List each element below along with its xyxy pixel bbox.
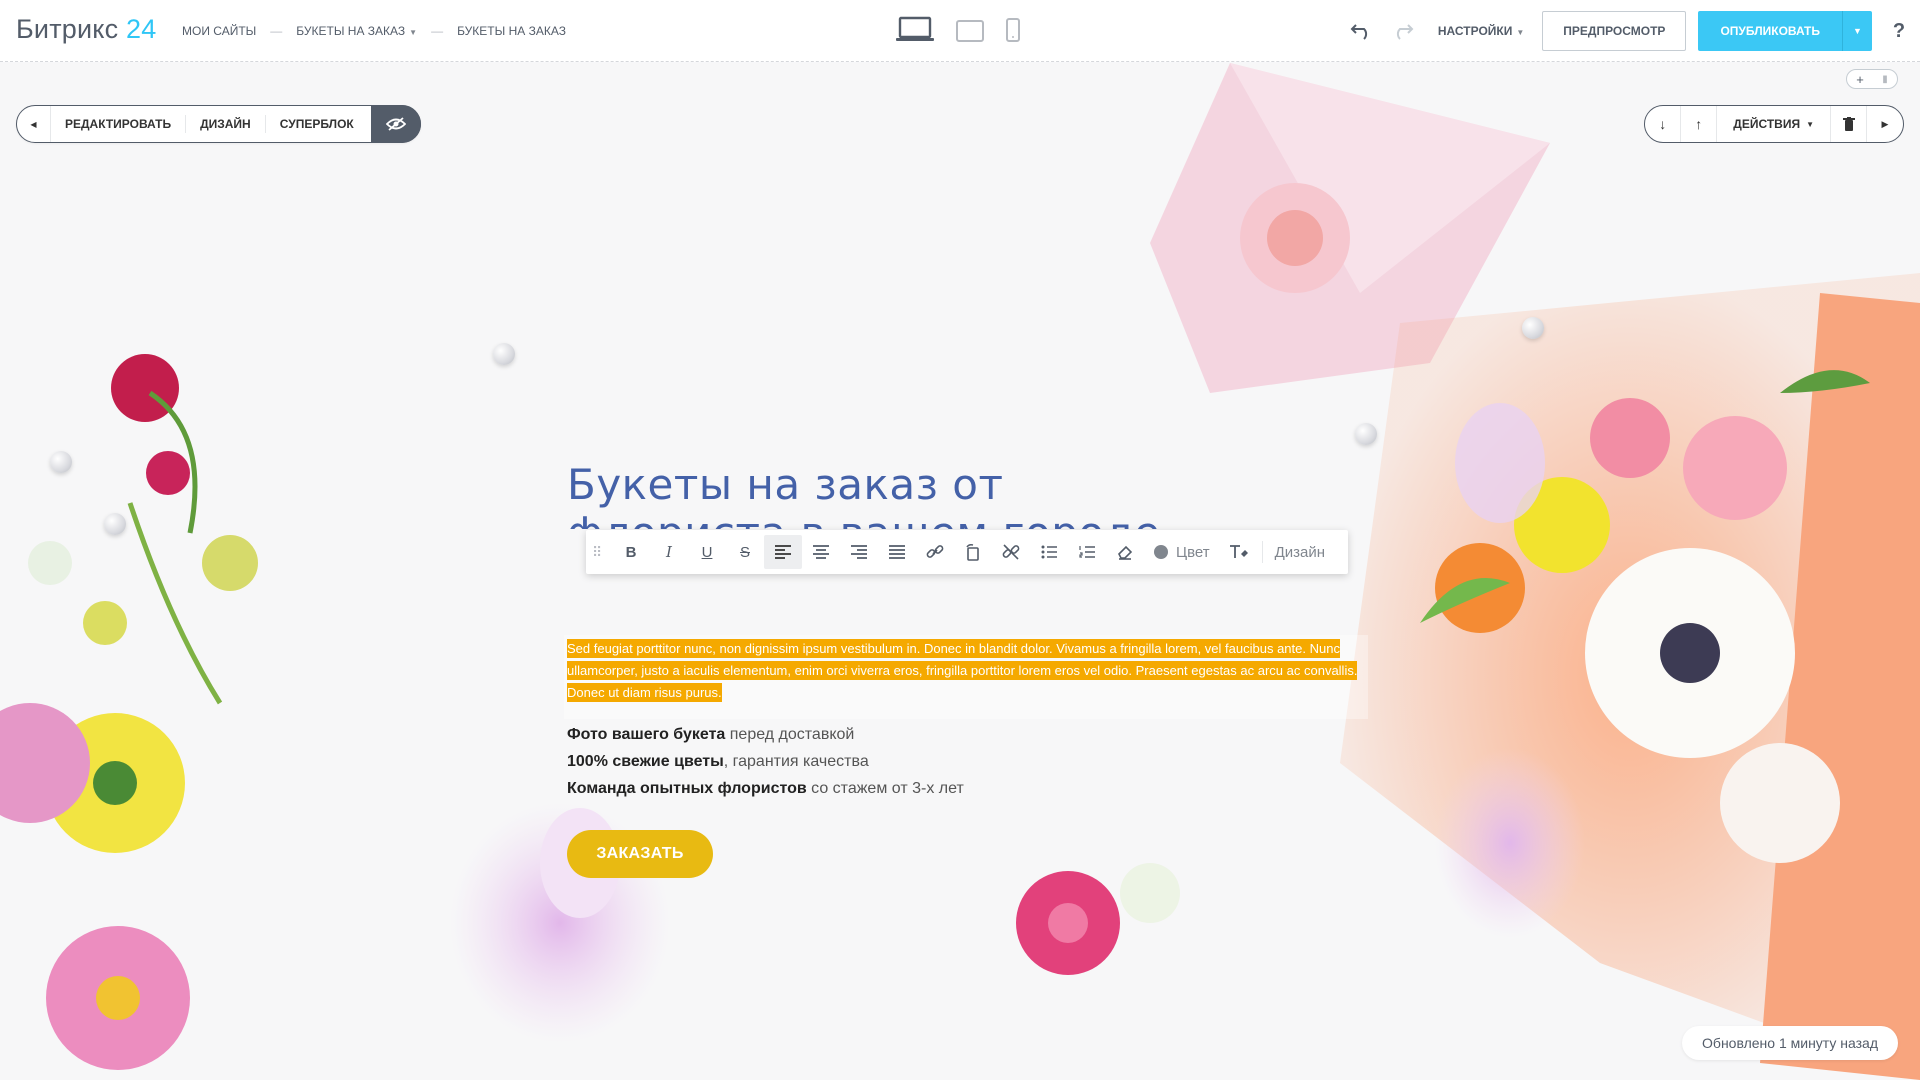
unlink-icon (1002, 544, 1020, 560)
breadcrumb: Мои сайты — Букеты на заказ ▼ — Букеты на… (182, 0, 566, 62)
publish-button[interactable]: Опубликовать (1698, 11, 1842, 51)
feature-item: Фото вашего букета перед доставкой (567, 726, 855, 743)
preview-button[interactable]: Предпросмотр (1542, 11, 1687, 51)
italic-button[interactable]: I (650, 535, 688, 569)
clear-format-button[interactable] (1106, 535, 1144, 569)
device-switcher (896, 16, 1020, 42)
link-icon (926, 545, 944, 558)
delete-block-button[interactable] (1831, 106, 1867, 142)
align-justify-button[interactable] (878, 535, 916, 569)
pearl-decoration (50, 451, 72, 473)
desktop-icon[interactable] (896, 16, 934, 42)
align-center-icon (813, 545, 829, 559)
block-design-button[interactable]: Дизайн (186, 115, 266, 133)
block-superblock-button[interactable]: Суперблок (266, 115, 368, 133)
order-button[interactable]: ЗАКАЗАТЬ (567, 830, 713, 878)
chevron-down-icon: ▼ (1516, 28, 1525, 37)
strikethrough-button[interactable]: S (726, 535, 764, 569)
bullet-list-button[interactable] (1030, 535, 1068, 569)
numbered-list-button[interactable] (1068, 535, 1106, 569)
redo-button[interactable] (1382, 11, 1422, 51)
align-right-icon (851, 545, 867, 559)
align-right-button[interactable] (840, 535, 878, 569)
block-actions-toolbar: ↓ ↑ Действия ▼ ▶ (1644, 105, 1904, 143)
hero-title[interactable]: Букеты на заказ от флориста в вашем горо… (567, 461, 1187, 530)
pearl-decoration (1355, 423, 1377, 445)
top-bar: Битрикс 24 Мои сайты — Букеты на заказ ▼ … (0, 0, 1920, 62)
chevron-right-icon: ▶ (1881, 118, 1889, 129)
publish-dropdown-button[interactable]: ▼ (1842, 11, 1872, 51)
chevron-down-icon: ▼ (1853, 26, 1862, 36)
drag-handle-icon[interactable]: ⠿ (592, 544, 612, 561)
chevron-down-icon: ▼ (409, 28, 418, 37)
block-prev-button[interactable]: ◀ (17, 106, 51, 142)
breadcrumb-separator: — (270, 24, 283, 38)
arrow-down-icon: ↓ (1659, 116, 1667, 132)
help-button[interactable]: ? (1884, 20, 1914, 43)
features-list[interactable]: Фото вашего букета перед доставкой 100% … (567, 721, 964, 802)
italic-icon: I (666, 543, 672, 561)
landing-canvas: + ▮ ◀ Редактировать Дизайн Суперблок ↓ ↑… (0, 63, 1920, 1080)
last-updated-status: Обновлено 1 минуту назад (1682, 1026, 1898, 1060)
bitrix24-logo[interactable]: Битрикс 24 (16, 14, 156, 45)
header-actions: Настройки ▼ Предпросмотр Опубликовать ▼ ? (1342, 0, 1920, 62)
chevron-left-icon: ◀ (30, 119, 37, 129)
align-left-icon (775, 545, 791, 559)
breadcrumb-my-sites[interactable]: Мои сайты (182, 24, 256, 38)
numbered-list-icon (1079, 546, 1095, 558)
align-justify-icon (889, 545, 905, 559)
text-format-toolbar: ⠿ B I U S Цвет Дизайн (586, 530, 1348, 574)
eraser-icon (1118, 545, 1133, 560)
redo-icon (1396, 24, 1414, 40)
feature-item: Команда опытных флористов со стажем от 3… (567, 780, 964, 797)
add-icon[interactable]: + (1856, 72, 1864, 87)
block-edit-button[interactable]: Редактировать (51, 115, 187, 133)
bold-icon: B (625, 543, 637, 561)
mobile-icon[interactable] (1006, 18, 1020, 42)
rotate-button[interactable] (954, 535, 992, 569)
hero-description[interactable]: Sed feugiat porttitor nunc, non dignissi… (567, 638, 1367, 704)
block-next-button[interactable]: ▶ (1867, 106, 1903, 142)
publish-button-group: Опубликовать ▼ (1698, 11, 1872, 51)
strikethrough-icon: S (739, 543, 750, 561)
trash-icon (1842, 117, 1855, 131)
color-swatch-icon (1154, 545, 1168, 559)
pearl-decoration (493, 343, 515, 365)
bold-button[interactable]: B (612, 535, 650, 569)
feature-item: 100% свежие цветы, гарантия качества (567, 753, 869, 770)
settings-menu[interactable]: Настройки ▼ (1438, 24, 1524, 38)
text-style-button[interactable] (1220, 535, 1258, 569)
eye-hidden-icon (385, 117, 406, 131)
underline-button[interactable]: U (688, 535, 726, 569)
block-actions-menu[interactable]: Действия ▼ (1717, 106, 1831, 142)
align-left-button[interactable] (764, 535, 802, 569)
hide-block-button[interactable] (370, 105, 421, 143)
text-design-button[interactable]: Дизайн (1261, 541, 1325, 563)
link-button[interactable] (916, 535, 954, 569)
undo-icon (1350, 24, 1367, 40)
pearl-decoration (104, 513, 126, 535)
pearl-decoration (1522, 317, 1544, 339)
underline-icon: U (701, 543, 713, 561)
align-center-button[interactable] (802, 535, 840, 569)
move-down-button[interactable]: ↓ (1645, 106, 1682, 142)
breadcrumb-separator: — (431, 24, 444, 38)
undo-button[interactable] (1342, 11, 1382, 51)
text-color-button[interactable]: Цвет (1144, 544, 1220, 561)
arrow-up-icon: ↑ (1695, 116, 1703, 132)
block-edit-toolbar: ◀ Редактировать Дизайн Суперблок (16, 105, 421, 143)
move-up-button[interactable]: ↑ (1681, 106, 1718, 142)
bullet-list-icon (1041, 545, 1057, 559)
breadcrumb-site[interactable]: Букеты на заказ ▼ (296, 24, 417, 38)
chevron-down-icon: ▼ (1806, 119, 1814, 129)
breadcrumb-page[interactable]: Букеты на заказ (457, 24, 566, 38)
tablet-icon[interactable] (956, 20, 984, 42)
rotate-page-icon (966, 543, 979, 561)
block-add-remove-controls: + ▮ (1846, 69, 1898, 89)
delete-icon[interactable]: ▮ (1882, 74, 1888, 85)
text-style-icon (1229, 545, 1248, 558)
unlink-button[interactable] (992, 535, 1030, 569)
